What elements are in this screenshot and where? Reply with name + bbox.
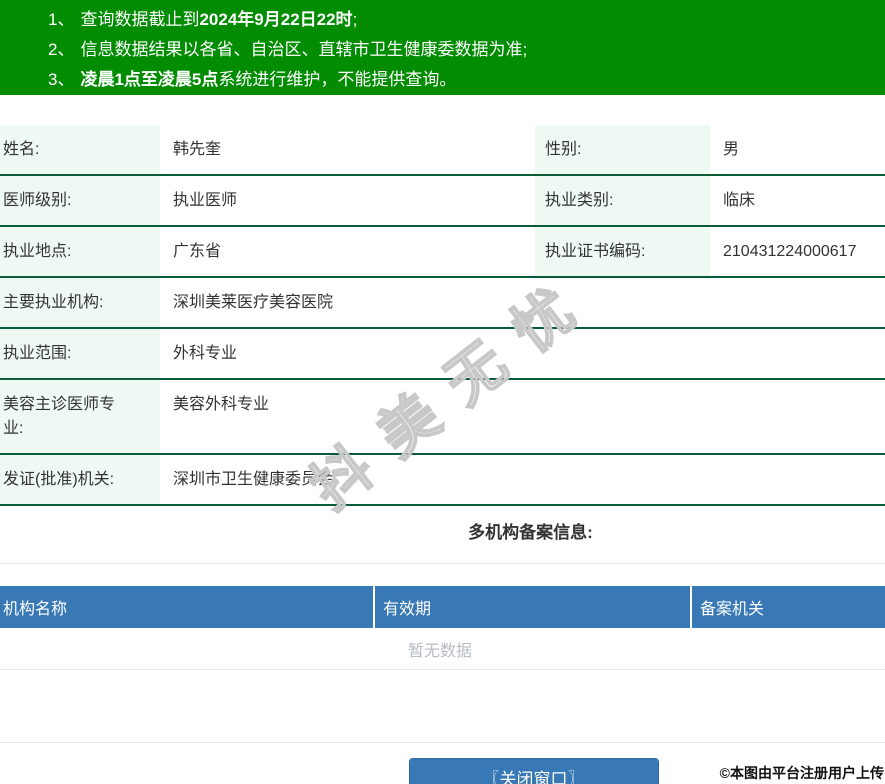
filing-table-header: 机构名称 有效期 备案机关 — [0, 586, 885, 628]
notice-text-bold: 凌晨1点至凌晨5点 — [80, 70, 219, 89]
field-value-practice-scope: 外科专业 — [173, 345, 238, 362]
query-result-page: 1、 查询数据截止到2024年9月22日22时; 2、 信息数据结果以各省、自治区、… — [0, 0, 885, 784]
table-row-issuing-authority: 发证(批准)机关: 深圳市卫生健康委员会 — [0, 455, 885, 506]
field-value-doctor-level: 执业医师 — [173, 192, 238, 209]
field-value-practice-category: 临床 — [723, 192, 756, 209]
header-cell-filing-authority: 备案机关 — [692, 586, 885, 628]
notice-text: 查询数据截止到 — [80, 10, 200, 29]
header-cell-institution-name: 机构名称 — [0, 586, 373, 628]
field-value-cosmetic-specialty: 美容外科专业 — [173, 396, 270, 413]
table-row-practice-scope: 执业范围: 外科专业 — [0, 329, 885, 380]
upload-credit-badge: ©本图由平台注册用户上传 — [719, 765, 884, 781]
field-value-issuing-authority: 深圳市卫生健康委员会 — [173, 471, 334, 488]
field-label-practice-category: 执业类别: — [535, 176, 710, 225]
empty-data-text: 暂无数据 — [407, 642, 472, 660]
section-title-multi-institution: 多机构备案信息: — [468, 523, 593, 542]
field-value-practice-location: 广东省 — [173, 243, 222, 260]
notice-item-3: 3、 凌晨1点至凌晨5点系统进行维护，不能提供查询。 — [48, 65, 875, 95]
field-value-name: 韩先奎 — [173, 141, 222, 158]
table-row-level-category: 医师级别: 执业医师 执业类别: 临床 — [0, 176, 885, 227]
field-label-issuing-authority: 发证(批准)机关: — [0, 455, 160, 504]
field-label-practice-location: 执业地点: — [0, 227, 160, 276]
field-label-practice-scope: 执业范围: — [0, 329, 160, 378]
field-label-license-number: 执业证书编码: — [535, 227, 710, 276]
table-row-cosmetic-specialty: 美容主诊医师专业: 美容外科专业 — [0, 380, 885, 455]
notice-text: 系统进行维护，不能提供查询。 — [218, 70, 457, 89]
field-label-name: 姓名: — [0, 125, 160, 174]
notice-text: 信息数据结果以各省、自治区、直辖市卫生健康委数据为准; — [80, 40, 528, 59]
notice-text-bold: 2024年9月22日22时 — [199, 10, 353, 29]
notice-item-2: 2、 信息数据结果以各省、自治区、直辖市卫生健康委数据为准; — [48, 35, 875, 65]
field-value-gender: 男 — [723, 141, 740, 158]
header-cell-validity-period: 有效期 — [375, 586, 690, 628]
field-label-doctor-level: 医师级别: — [0, 176, 160, 225]
field-value-main-institution: 深圳美莱医疗美容医院 — [173, 294, 334, 311]
notice-number: 1、 — [48, 10, 75, 29]
field-label-main-institution: 主要执业机构: — [0, 278, 160, 327]
table-row-location-license: 执业地点: 广东省 执业证书编码: 210431224000617 — [0, 227, 885, 278]
practitioner-details-table: 姓名: 韩先奎 性别: 男 医师级别: 执业医师 执业类别: 临床 执业地点: … — [0, 125, 885, 506]
notice-banner: 1、 查询数据截止到2024年9月22日22时; 2、 信息数据结果以各省、自治区、… — [0, 0, 885, 95]
field-label-cosmetic-specialty: 美容主诊医师专业: — [0, 380, 160, 453]
notice-text: ; — [352, 10, 358, 29]
notice-number: 3、 — [48, 70, 75, 89]
close-window-button[interactable]: 〖关闭窗口〗 — [408, 758, 659, 784]
table-row-main-institution: 主要执业机构: 深圳美莱医疗美容医院 — [0, 278, 885, 329]
table-row-name-gender: 姓名: 韩先奎 性别: 男 — [0, 125, 885, 176]
divider-line — [0, 563, 885, 564]
field-value-license-number: 210431224000617 — [723, 243, 857, 260]
notice-item-1: 1、 查询数据截止到2024年9月22日22时; — [48, 5, 875, 35]
notice-number: 2、 — [48, 40, 75, 59]
field-label-gender: 性别: — [535, 125, 710, 174]
